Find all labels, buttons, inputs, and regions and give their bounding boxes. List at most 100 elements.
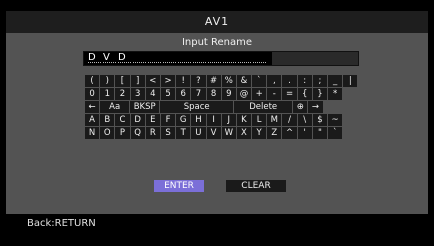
keyboard-key[interactable]: } <box>312 88 327 100</box>
keyboard-key[interactable]: ' <box>297 127 312 139</box>
keyboard-key[interactable]: F <box>160 114 176 126</box>
keyboard-key[interactable]: O <box>100 127 115 139</box>
name-chars: D V D <box>88 52 268 65</box>
left-arrow-key[interactable]: ← <box>85 101 100 113</box>
keyboard-key[interactable]: Y <box>252 127 267 139</box>
keyboard-key[interactable]: ` <box>252 75 267 87</box>
name-char: D <box>88 52 101 63</box>
enter-button[interactable]: ENTER <box>154 180 204 192</box>
keyboard-key[interactable]: B <box>100 114 115 126</box>
backspace-key[interactable]: BKSP <box>130 101 160 113</box>
keyboard-key[interactable]: # <box>206 75 221 87</box>
name-char <box>223 52 236 63</box>
keyboard-key[interactable]: U <box>191 127 206 139</box>
name-char <box>238 52 251 63</box>
keyboard-key[interactable]: M <box>267 114 282 126</box>
title-bar: AV1 <box>6 11 428 33</box>
keyboard-key[interactable]: " <box>312 127 327 139</box>
keyboard-key[interactable]: ) <box>100 75 115 87</box>
name-char <box>253 52 266 63</box>
keyboard-row-letters-n-z: N O P Q R S T U V W X Y Z ^ ' " ` <box>85 127 359 139</box>
keyboard-key[interactable]: W <box>221 127 236 139</box>
keyboard-key[interactable]: > <box>160 75 176 87</box>
delete-key[interactable]: Delete <box>234 101 293 113</box>
keyboard-key[interactable]: S <box>160 127 176 139</box>
keyboard-key[interactable]: T <box>176 127 191 139</box>
screen: AV1 Input Rename D V D ()[] < >!? #% & `,.:; _ <box>0 0 434 246</box>
keyboard-row-digits: 0 1 2 3 4 5 6 7 8 9 @ + - ={} * <box>85 88 359 100</box>
keyboard-key[interactable]: / <box>282 114 297 126</box>
keyboard-key[interactable]: Z <box>267 127 282 139</box>
back-hint: Back:RETURN <box>27 218 96 229</box>
keyboard-key[interactable]: + <box>252 88 267 100</box>
keyboard-key[interactable]: ( <box>85 75 100 87</box>
clear-button[interactable]: CLEAR <box>226 180 286 192</box>
keyboard-key[interactable]: 1 <box>100 88 115 100</box>
keyboard-key[interactable]: 4 <box>145 88 160 100</box>
keyboard-key[interactable]: L <box>252 114 267 126</box>
keyboard-key[interactable]: R <box>145 127 160 139</box>
keyboard-key[interactable]: 0 <box>85 88 100 100</box>
keyboard-key[interactable]: @ <box>236 88 252 100</box>
globe-icon[interactable]: ⊕ <box>293 101 308 113</box>
keyboard-key[interactable]: 2 <box>115 88 130 100</box>
case-toggle-key[interactable]: Aa <box>100 101 130 113</box>
keyboard-key[interactable]: 3 <box>130 88 145 100</box>
keyboard-key[interactable]: 7 <box>191 88 206 100</box>
keyboard-key[interactable]: ? <box>191 75 206 87</box>
keyboard-key[interactable]: * <box>328 88 343 100</box>
keyboard-key[interactable]: E <box>145 114 160 126</box>
keyboard-key[interactable]: ] <box>130 75 145 87</box>
keyboard-key[interactable]: ^ <box>282 127 297 139</box>
name-input[interactable]: D V D <box>83 51 359 66</box>
keyboard-key[interactable]: \ <box>297 114 312 126</box>
name-char <box>208 52 221 63</box>
keyboard-key[interactable]: % <box>221 75 236 87</box>
keyboard-key[interactable]: 9 <box>221 88 236 100</box>
keyboard-key[interactable]: X <box>236 127 252 139</box>
name-char: D <box>118 52 131 63</box>
keyboard-key[interactable]: ~ <box>328 114 343 126</box>
keyboard-key[interactable]: : <box>297 75 312 87</box>
keyboard-key[interactable]: V <box>206 127 221 139</box>
keyboard-key[interactable]: [ <box>115 75 130 87</box>
keyboard-key[interactable]: G <box>176 114 191 126</box>
keyboard-key[interactable]: . <box>282 75 297 87</box>
keyboard-key[interactable]: = <box>282 88 297 100</box>
keyboard-key[interactable]: H <box>191 114 206 126</box>
keyboard-key[interactable]: 5 <box>160 88 176 100</box>
keyboard-key[interactable]: Q <box>130 127 145 139</box>
name-char <box>193 52 206 63</box>
right-arrow-key[interactable]: → <box>308 101 323 113</box>
keyboard-key[interactable]: { <box>297 88 312 100</box>
keyboard-key[interactable]: , <box>267 75 282 87</box>
keyboard-key[interactable]: ! <box>176 75 191 87</box>
panel-subtitle: Input Rename <box>181 37 253 48</box>
keyboard-key[interactable]: _ <box>328 75 343 87</box>
keyboard-key[interactable]: I <box>206 114 221 126</box>
keyboard-key[interactable]: C <box>115 114 130 126</box>
name-char <box>178 52 191 63</box>
name-char <box>133 52 146 63</box>
keyboard-key[interactable]: - <box>267 88 282 100</box>
keyboard-key[interactable]: A <box>85 114 100 126</box>
keyboard-key[interactable]: ; <box>312 75 327 87</box>
on-screen-keyboard: ()[] < >!? #% & `,.:; _ | 0 1 2 3 4 5 6 7 8 9 @ + - ={} * ← A… <box>85 75 359 140</box>
keyboard-key[interactable]: & <box>236 75 252 87</box>
keyboard-key[interactable]: J <box>221 114 236 126</box>
name-char <box>148 52 161 63</box>
keyboard-key[interactable]: ` <box>328 127 343 139</box>
keyboard-key[interactable]: $ <box>312 114 327 126</box>
keyboard-key[interactable]: 6 <box>176 88 191 100</box>
name-char <box>163 52 176 63</box>
space-key[interactable]: Space <box>160 101 234 113</box>
keyboard-key[interactable]: K <box>236 114 252 126</box>
keyboard-key[interactable]: < <box>145 75 160 87</box>
keyboard-key[interactable]: N <box>85 127 100 139</box>
keyboard-key[interactable]: | <box>343 75 358 87</box>
keyboard-key[interactable]: P <box>115 127 130 139</box>
keyboard-key[interactable]: 8 <box>206 88 221 100</box>
keyboard-row-letters-a-m: A B C D E F G H I J K L M / \ $ ~ <box>85 114 359 126</box>
keyboard-key[interactable]: D <box>130 114 145 126</box>
keyboard-row-symbols: ()[] < >!? #% & `,.:; _ | <box>85 75 359 87</box>
